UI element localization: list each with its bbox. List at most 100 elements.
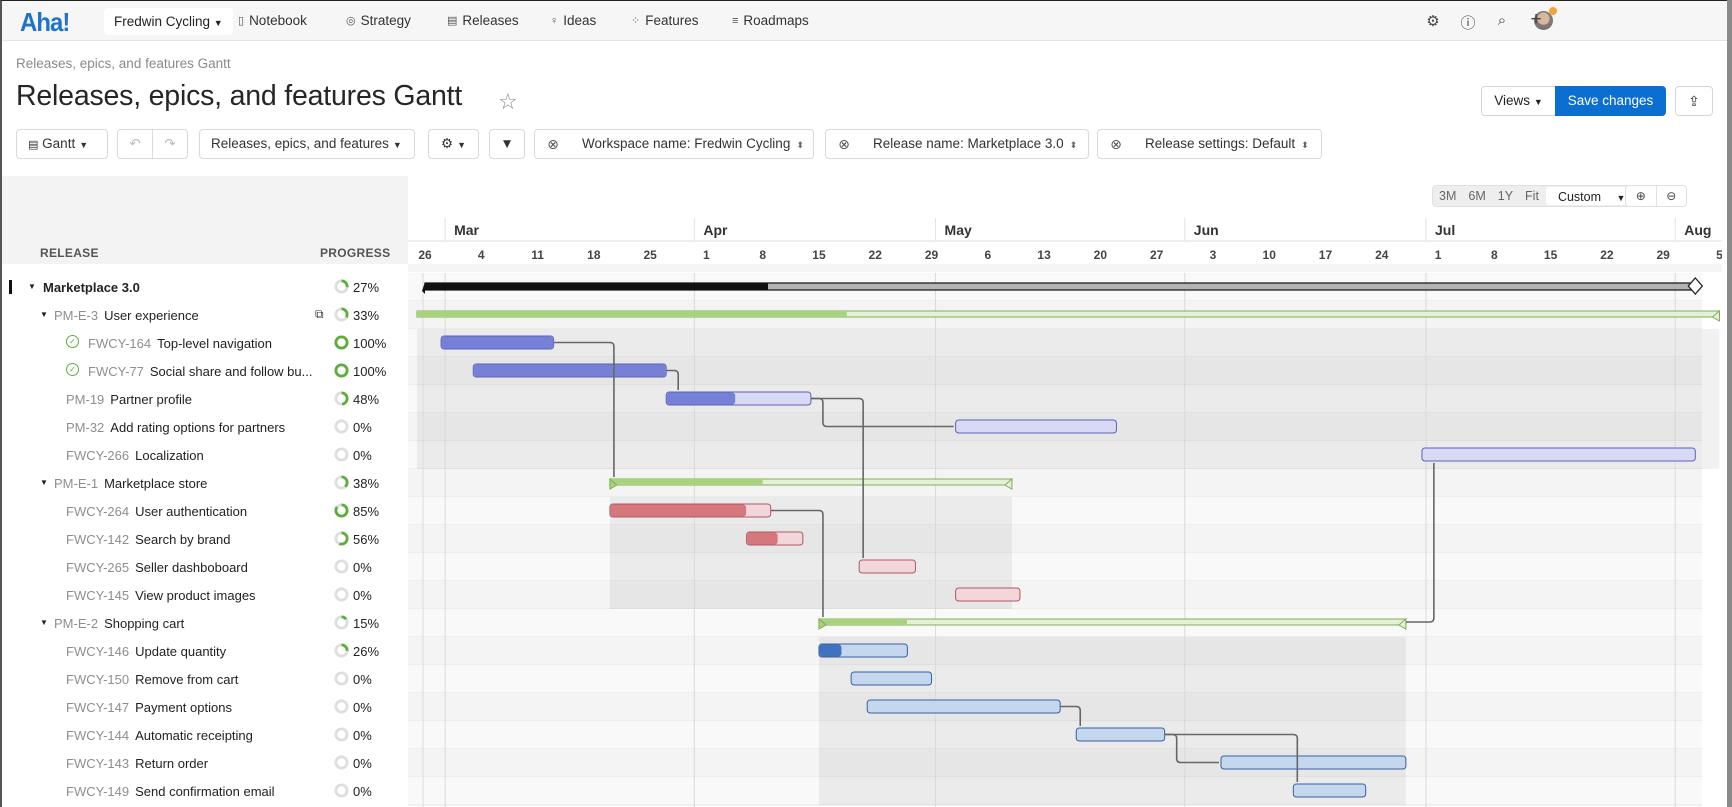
timescale-1y[interactable]: 1Y <box>1492 186 1519 206</box>
settings-icon[interactable]: ⚙ <box>1423 12 1443 30</box>
save-changes-button[interactable]: Save changes <box>1555 86 1666 116</box>
epic-title[interactable]: PM-E-2 Shopping cart <box>54 616 184 631</box>
external-link-icon[interactable]: ⧉ <box>315 307 324 322</box>
feature-row[interactable]: FWCY-149 Send confirmation email 0% <box>8 777 408 805</box>
feature-title[interactable]: FWCY-146 Update quantity <box>66 644 226 659</box>
caret-down-icon[interactable]: ▼ <box>28 282 36 291</box>
remove-filter-release[interactable]: ⊗ <box>825 129 863 159</box>
epic-row[interactable]: ▼ PM-E-2 Shopping cart 15% <box>8 609 408 637</box>
feature-title[interactable]: FWCY-147 Payment options <box>66 700 232 715</box>
feature-bar[interactable] <box>866 699 1061 714</box>
nav-roadmaps[interactable]: ≡ Roadmaps <box>732 13 809 28</box>
view-type-dropdown[interactable]: ▤ Gantt ▼ <box>16 129 108 159</box>
feature-row[interactable]: ✓ FWCY-77 Social share and follow bu... 10… <box>8 357 408 385</box>
feature-title[interactable]: FWCY-149 Send confirmation email <box>66 784 275 799</box>
feature-row[interactable]: FWCY-147 Payment options 0% <box>8 693 408 721</box>
feature-row[interactable]: FWCY-146 Update quantity 26% <box>8 637 408 665</box>
release-name[interactable]: Marketplace 3.0 <box>43 280 140 295</box>
help-icon[interactable]: ⓘ <box>1458 12 1478 33</box>
epic-title[interactable]: PM-E-1 Marketplace store <box>54 476 207 491</box>
feature-title[interactable]: FWCY-266 Localization <box>66 448 204 463</box>
nav-releases[interactable]: ▤ Releases <box>447 13 519 28</box>
feature-title[interactable]: FWCY-265 Seller dashboboard <box>66 560 248 575</box>
caret-down-icon[interactable]: ▼ <box>40 478 48 487</box>
feature-title[interactable]: FWCY-150 Remove from cart <box>66 672 238 687</box>
filter-label: Release name: Marketplace 3.0 <box>873 136 1064 151</box>
feature-bar[interactable] <box>850 671 933 686</box>
view-type-label: Gantt <box>42 136 76 151</box>
column-header-release[interactable]: RELEASE <box>40 246 99 260</box>
report-type-dropdown[interactable]: Releases, epics, and features ▼ <box>199 129 415 159</box>
timescale-custom[interactable]: Custom ▼ <box>1545 187 1638 205</box>
star-icon[interactable]: ☆ <box>498 89 518 115</box>
workspace-selector[interactable]: Fredwin Cycling ▼ <box>104 8 233 35</box>
search-icon[interactable]: ⌕ <box>1492 12 1512 29</box>
timescale-3m[interactable]: 3M <box>1433 186 1462 206</box>
nav-features[interactable]: ⁘ Features <box>631 13 699 28</box>
chevron-down-icon: ▼ <box>213 18 223 28</box>
feature-bar[interactable] <box>955 587 1021 602</box>
nav-ideas[interactable]: ♀ Ideas <box>550 13 596 28</box>
nav-label: Notebook <box>249 13 307 28</box>
column-header-progress[interactable]: PROGRESS <box>320 246 390 260</box>
nav-strategy[interactable]: ◎ Strategy <box>346 13 411 28</box>
aha-logo[interactable]: Aha! <box>20 7 70 38</box>
feature-title[interactable]: FWCY-144 Automatic receipting <box>66 728 253 743</box>
caret-down-icon[interactable]: ▼ <box>40 310 48 319</box>
views-button[interactable]: Views ▼ <box>1481 86 1556 116</box>
timescale-6m[interactable]: 6M <box>1462 186 1491 206</box>
progress-percent: 100% <box>353 364 387 379</box>
feature-row[interactable]: PM-19 Partner profile 48% <box>8 385 408 413</box>
breadcrumb[interactable]: Releases, epics, and features Gantt <box>16 56 231 71</box>
feature-row[interactable]: FWCY-150 Remove from cart 0% <box>8 665 408 693</box>
feature-row[interactable]: FWCY-142 Search by brand 56% <box>8 525 408 553</box>
feature-bar[interactable] <box>1421 447 1696 462</box>
filter-release-name[interactable]: Release name: Marketplace 3.0 ⬍ <box>862 129 1089 159</box>
share-icon[interactable]: ⇪ <box>1675 86 1713 116</box>
feature-title[interactable]: FWCY-264 User authentication <box>66 504 247 519</box>
feature-title[interactable]: FWCY-143 Return order <box>66 756 208 771</box>
caret-down-icon[interactable]: ▼ <box>40 618 48 627</box>
timescale-fit[interactable]: Fit <box>1519 186 1545 206</box>
feature-row[interactable]: FWCY-264 User authentication 85% <box>8 497 408 525</box>
redo-button[interactable]: ↷ <box>152 129 188 159</box>
window-scrollbar[interactable] <box>1727 0 1732 807</box>
feature-title[interactable]: FWCY-145 View product images <box>66 588 256 603</box>
feature-bar[interactable] <box>858 559 916 574</box>
feature-title[interactable]: FWCY-142 Search by brand <box>66 532 231 547</box>
release-row[interactable]: ▼ Marketplace 3.0 27% <box>8 273 408 301</box>
feature-title[interactable]: FWCY-77 Social share and follow bu... <box>88 364 312 379</box>
feature-row[interactable]: FWCY-265 Seller dashboboard 0% <box>8 553 408 581</box>
feature-bar[interactable] <box>955 419 1117 434</box>
add-icon[interactable]: + <box>1526 9 1546 31</box>
epic-title[interactable]: PM-E-3 User experience <box>54 308 199 323</box>
zoom-out-icon[interactable]: ⊖ <box>1655 186 1687 206</box>
feature-title[interactable]: FWCY-164 Top-level navigation <box>88 336 272 351</box>
filter-release-settings[interactable]: Release settings: Default ⬍ <box>1134 129 1322 159</box>
feature-row[interactable]: FWCY-266 Localization 0% <box>8 441 408 469</box>
filter-button[interactable]: ▼ <box>489 129 525 159</box>
feature-bar[interactable] <box>1292 783 1367 798</box>
remove-filter-workspace[interactable]: ⊗ <box>534 129 572 159</box>
progress-ring <box>334 531 349 546</box>
nav-notebook[interactable]: ▯ Notebook <box>238 13 307 28</box>
feature-title[interactable]: PM-32 Add rating options for partners <box>66 420 285 435</box>
feature-row[interactable]: FWCY-144 Automatic receipting 0% <box>8 721 408 749</box>
feature-bar[interactable] <box>1075 727 1166 742</box>
nav-label: Releases <box>462 13 519 28</box>
epic-row[interactable]: ▼ PM-E-1 Marketplace store 38% <box>8 469 408 497</box>
week-tick-label: 8 <box>759 248 766 262</box>
undo-button[interactable]: ↶ <box>117 129 153 159</box>
feature-row[interactable]: FWCY-145 View product images 0% <box>8 581 408 609</box>
month-label: Aug <box>1684 222 1711 238</box>
feature-bar[interactable] <box>1220 755 1407 770</box>
epic-row[interactable]: ▼ PM-E-3 User experience ⧉ 33% <box>8 301 408 329</box>
settings-dropdown[interactable]: ⚙ ▼ <box>428 129 479 159</box>
feature-row[interactable]: FWCY-143 Return order 0% <box>8 749 408 777</box>
feature-row[interactable]: ✓ FWCY-164 Top-level navigation 100% <box>8 329 408 357</box>
filter-workspace-name[interactable]: Workspace name: Fredwin Cycling ⬍ <box>571 129 814 159</box>
remove-filter-settings[interactable]: ⊗ <box>1097 129 1135 159</box>
feature-title[interactable]: PM-19 Partner profile <box>66 392 192 407</box>
zoom-in-icon[interactable]: ⊕ <box>1626 186 1656 206</box>
feature-row[interactable]: PM-32 Add rating options for partners 0% <box>8 413 408 441</box>
